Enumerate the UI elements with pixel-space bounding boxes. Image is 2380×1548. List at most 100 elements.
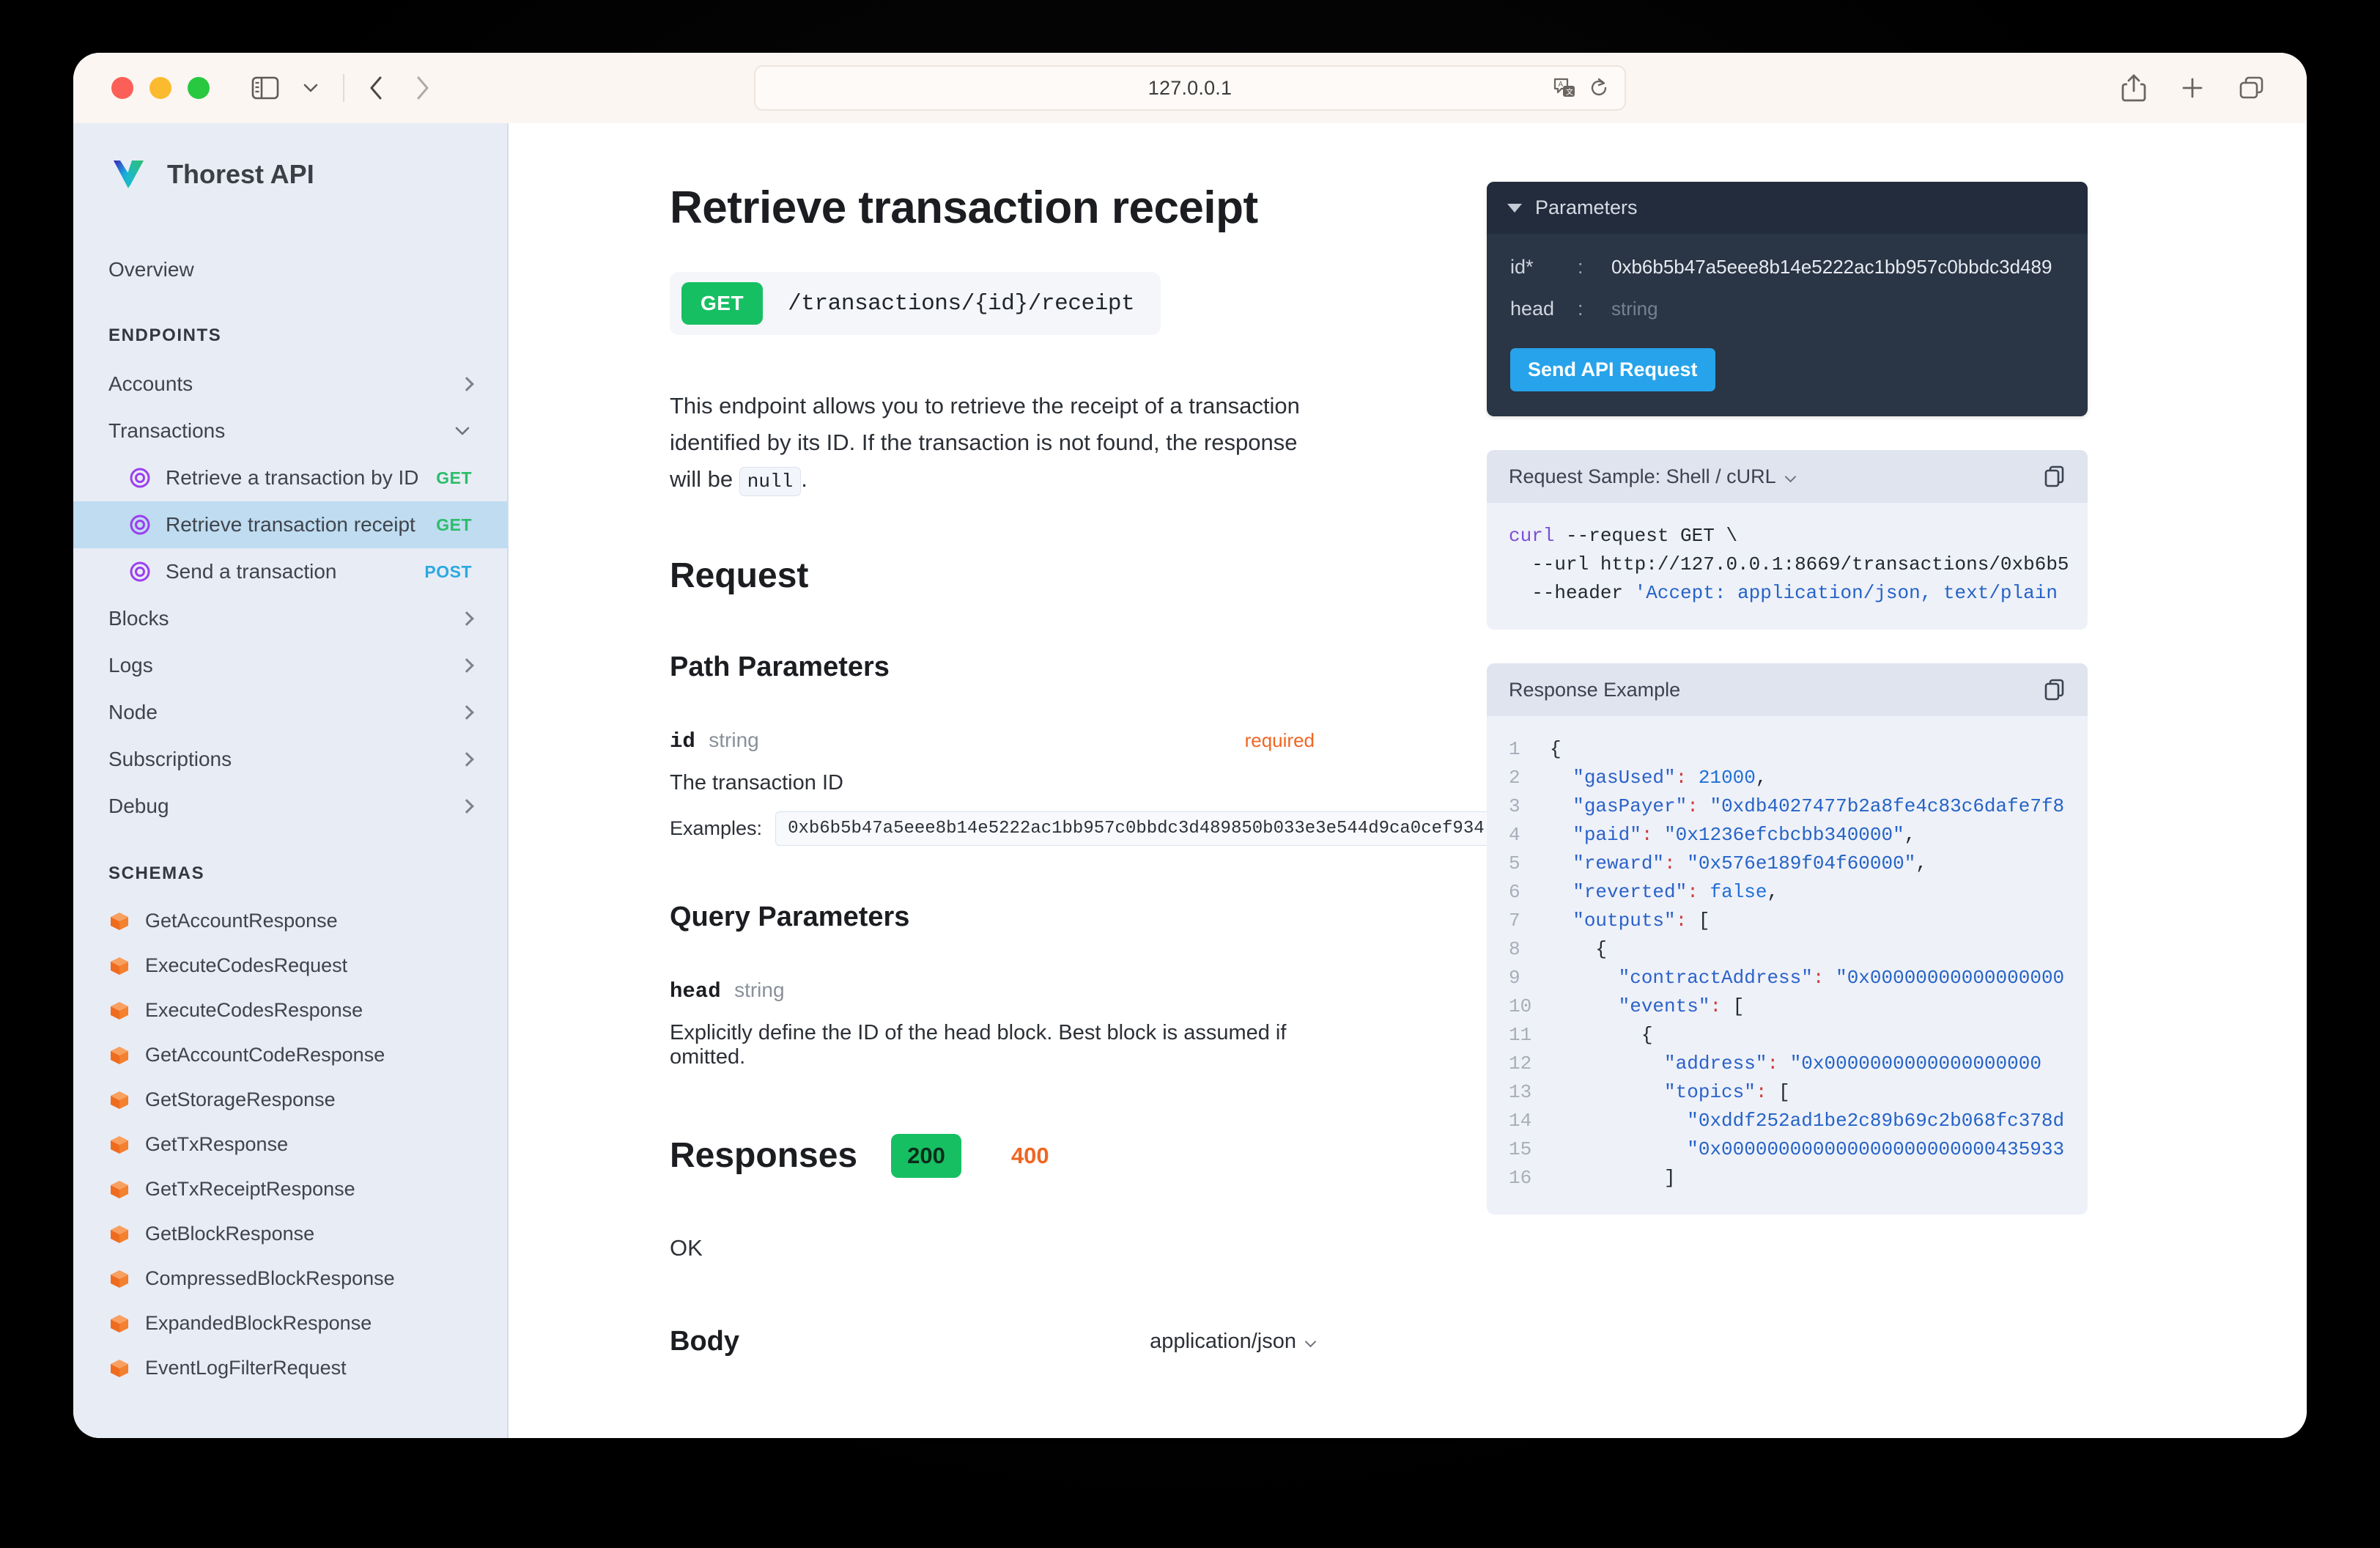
chevron-down-icon xyxy=(1304,1335,1317,1347)
schema-box-icon xyxy=(111,957,128,975)
code-line: 5 "reward": "0x576e189f04f60000", xyxy=(1509,849,2066,878)
forward-button[interactable] xyxy=(402,67,443,108)
sidebar-group-accounts[interactable]: Accounts xyxy=(73,361,507,408)
sidebar-group-subscriptions[interactable]: Subscriptions xyxy=(73,736,507,783)
parameter-value-input[interactable]: 0xb6b5b47a5eee8b14e5222ac1bb957c0bbdc3d4… xyxy=(1611,256,2052,279)
maximize-window-button[interactable] xyxy=(188,77,210,99)
schema-box-icon xyxy=(111,1091,128,1109)
code-line: 12 "address": "0x0000000000000000000 xyxy=(1509,1050,2066,1078)
back-button[interactable] xyxy=(356,67,397,108)
code-line: 14 "0xddf252ad1be2c89b69c2b068fc378d xyxy=(1509,1107,2066,1135)
schema-item[interactable]: GetStorageResponse xyxy=(73,1077,507,1122)
sidebar-item-retrieve-transaction-by-id[interactable]: Retrieve a transaction by ID GET xyxy=(73,454,507,501)
sidebar-dropdown-button[interactable] xyxy=(290,67,331,108)
translate-icon[interactable]: A 文 xyxy=(1553,76,1578,100)
tab-overview-icon[interactable] xyxy=(2238,75,2266,101)
schema-item[interactable]: ExecuteCodesRequest xyxy=(73,943,507,988)
curl-header-value: 'Accept: application/json, text/plain xyxy=(1634,582,2058,604)
sidebar-section-endpoints: ENDPOINTS xyxy=(108,325,222,345)
schema-label: CompressedBlockResponse xyxy=(145,1267,395,1289)
schema-item[interactable]: GetAccountResponse xyxy=(73,899,507,943)
sidebar-group-debug[interactable]: Debug xyxy=(73,783,507,830)
reload-icon[interactable] xyxy=(1588,76,1610,100)
schema-box-icon xyxy=(111,1135,128,1154)
schema-item[interactable]: GetAccountCodeResponse xyxy=(73,1033,507,1077)
copy-icon[interactable] xyxy=(2044,678,2066,701)
line-number: 5 xyxy=(1509,852,1520,874)
address-bar[interactable]: 127.0.0.1 A 文 xyxy=(754,65,1626,111)
schema-item[interactable]: ExpandedBlockResponse xyxy=(73,1301,507,1346)
line-number: 8 xyxy=(1509,938,1520,960)
param-type: string xyxy=(709,728,759,751)
copy-icon[interactable] xyxy=(2044,465,2066,488)
endpoint-description: This endpoint allows you to retrieve the… xyxy=(670,388,1315,498)
schema-item[interactable]: GetTxReceiptResponse xyxy=(73,1167,507,1212)
right-rail: Parameters id* : 0xb6b5b47a5eee8b14e5222… xyxy=(1487,182,2088,1215)
code-line: 16 ] xyxy=(1509,1164,2066,1193)
line-code: "0xddf252ad1be2c89b69c2b068fc378d xyxy=(1687,1110,2065,1132)
content-type-selector[interactable]: application/json xyxy=(1150,1330,1317,1354)
line-number: 2 xyxy=(1509,767,1520,789)
sidebar-group-logs[interactable]: Logs xyxy=(73,642,507,689)
line-code: { xyxy=(1550,1024,1653,1046)
schema-item[interactable]: ExecuteCodesResponse xyxy=(73,988,507,1033)
curl-header-flag: --header xyxy=(1509,582,1635,604)
sidebar-item-retrieve-transaction-receipt[interactable]: Retrieve transaction receipt GET xyxy=(73,501,507,548)
parameter-value-input[interactable]: string xyxy=(1611,298,1658,320)
parameter-key: id* xyxy=(1510,256,1534,278)
schema-item[interactable]: CompressedBlockResponse xyxy=(73,1256,507,1301)
back-chevron-icon xyxy=(370,76,382,100)
chevron-right-icon xyxy=(459,377,474,391)
schema-label: GetBlockResponse xyxy=(145,1223,315,1245)
param-description: Explicitly define the ID of the head blo… xyxy=(670,1020,1287,1069)
schema-label: GetStorageResponse xyxy=(145,1088,336,1110)
method-badge-get: GET xyxy=(436,468,472,487)
code-line: 4 "paid": "0x1236efcbcbb340000", xyxy=(1509,821,2066,849)
sidebar-group-blocks[interactable]: Blocks xyxy=(73,595,507,642)
status-tab-400[interactable]: 400 xyxy=(995,1134,1065,1178)
plus-icon[interactable] xyxy=(2179,75,2206,101)
sidebar-group-node[interactable]: Node xyxy=(73,689,507,736)
code-line: 3 "gasPayer": "0xdb4027477b2a8fe4c83c6da… xyxy=(1509,792,2066,821)
brand-name: Thorest API xyxy=(167,159,314,189)
status-tab-200[interactable]: 200 xyxy=(891,1133,961,1178)
schema-item[interactable]: GetTxResponse xyxy=(73,1122,507,1167)
line-number: 10 xyxy=(1509,995,1532,1017)
thorest-logo-icon xyxy=(114,161,144,188)
line-code: "gasPayer": "0xdb4027477b2a8fe4c83c6dafe… xyxy=(1572,795,2065,817)
line-code: "reward": "0x576e189f04f60000", xyxy=(1572,852,1927,874)
schema-item[interactable]: EventLogFilterRequest xyxy=(73,1346,507,1390)
param-name: head xyxy=(670,978,721,1003)
request-sample-header: Request Sample: Shell / cURL xyxy=(1487,450,2088,503)
request-sample-selector[interactable]: Request Sample: Shell / cURL xyxy=(1509,465,1796,488)
param-examples-row: Examples: 0xb6b5b47a5eee8b14e5222ac1bb95… xyxy=(670,811,1497,846)
line-number: 6 xyxy=(1509,881,1520,903)
close-window-button[interactable] xyxy=(111,77,133,99)
sidebar-group-transactions[interactable]: Transactions xyxy=(73,408,507,454)
send-api-request-button[interactable]: Send API Request xyxy=(1510,348,1715,391)
request-sample-card: Request Sample: Shell / cURL curl --requ… xyxy=(1487,450,2088,630)
response-example-card: Response Example 1{2 "gasUsed": 21000, 3 … xyxy=(1487,663,2088,1215)
example-value[interactable]: 0xb6b5b47a5eee8b14e5222ac1bb957c0bbdc3d4… xyxy=(775,811,1497,846)
share-icon[interactable] xyxy=(2121,73,2147,103)
line-number: 16 xyxy=(1509,1167,1532,1189)
page-content: Thorest API Overview ENDPOINTS Accounts … xyxy=(73,123,2307,1438)
minimize-window-button[interactable] xyxy=(149,77,171,99)
sidebar-toggle-button[interactable] xyxy=(245,67,286,108)
schema-label: ExpandedBlockResponse xyxy=(145,1312,372,1334)
brand-header[interactable]: Thorest API xyxy=(73,155,507,194)
sidebar-toggle-icon xyxy=(251,76,279,100)
parameter-colon: : xyxy=(1578,256,1583,278)
schema-item[interactable]: GetBlockResponse xyxy=(73,1212,507,1256)
chevron-right-icon xyxy=(459,611,474,626)
sidebar-item-send-a-transaction[interactable]: Send a transaction POST xyxy=(73,548,507,595)
sidebar-group-label: Accounts xyxy=(108,372,193,395)
line-code: ] xyxy=(1550,1167,1676,1189)
sidebar-item-overview[interactable]: Overview xyxy=(73,248,507,292)
chevron-down-icon xyxy=(455,427,470,435)
request-sample-code: curl --request GET \ --url http://127.0.… xyxy=(1487,503,2088,630)
parameters-panel: Parameters id* : 0xb6b5b47a5eee8b14e5222… xyxy=(1487,182,2088,416)
parameters-panel-header[interactable]: Parameters xyxy=(1487,182,2088,234)
schema-label: ExecuteCodesRequest xyxy=(145,954,348,976)
schema-box-icon xyxy=(111,1314,128,1333)
